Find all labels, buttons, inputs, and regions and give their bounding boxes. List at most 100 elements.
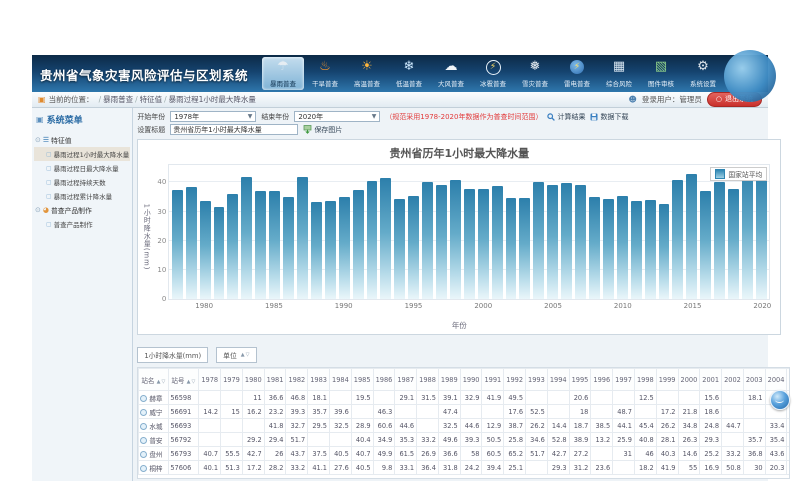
chart-title-input[interactable] <box>170 124 298 135</box>
value-type-filter[interactable]: 1小时降水量(mm) <box>137 347 208 363</box>
col-header-year[interactable]: 1999 <box>656 369 678 391</box>
col-header-year[interactable]: 1990 <box>460 369 482 391</box>
col-header-year[interactable]: 1994 <box>547 369 569 391</box>
toolbar-item-hail[interactable]: ⚡冰雹普查 <box>472 57 514 90</box>
value-cell: 41.1 <box>308 461 330 475</box>
value-cell <box>199 419 221 433</box>
value-cell: 18.6 <box>700 405 722 419</box>
document-icon: ▢ <box>46 165 52 172</box>
chart-bar <box>227 194 238 299</box>
row-marker-icon <box>140 423 147 430</box>
col-header-year[interactable]: 1980 <box>242 369 264 391</box>
value-cell <box>678 391 700 405</box>
value-cell: 39.3 <box>460 433 482 447</box>
col-header-year[interactable]: 1978 <box>199 369 221 391</box>
breadcrumb-link[interactable]: 暴雨过程1小时最大降水量 <box>169 95 256 104</box>
value-cell: 33.2 <box>286 461 308 475</box>
col-header-year[interactable]: 1986 <box>373 369 395 391</box>
col-header-year[interactable]: 1992 <box>504 369 526 391</box>
save-image-button[interactable]: 保存图片 <box>303 125 342 135</box>
col-header-year[interactable]: 2004 <box>765 369 787 391</box>
toolbar-item-settings[interactable]: ⚙系统设置 <box>682 57 724 90</box>
col-header-year[interactable]: 1997 <box>613 369 635 391</box>
value-cell: 19.5 <box>351 391 373 405</box>
chevron-down-icon: ▼ <box>248 113 253 120</box>
value-cell: 18 <box>569 405 591 419</box>
unit-filter[interactable]: 单位 ▲▽ <box>216 347 257 363</box>
col-header-year[interactable]: 2001 <box>700 369 722 391</box>
toolbar-item-high-temp[interactable]: ☀高温普查 <box>346 57 388 90</box>
x-tick-label: 1990 <box>335 302 353 310</box>
col-header-station-id[interactable]: 站号 ▲▽ <box>169 369 199 391</box>
col-header-year[interactable]: 1998 <box>634 369 656 391</box>
data-download-button[interactable]: 数据下载 <box>590 112 628 122</box>
col-header-year[interactable]: 1989 <box>438 369 460 391</box>
value-cell: 23.6 <box>591 461 613 475</box>
value-cell <box>613 391 635 405</box>
toolbar-item-snow[interactable]: ❅雪灾普查 <box>514 57 556 90</box>
expand-icon[interactable]: ⊙ <box>35 206 41 214</box>
col-header-year[interactable]: 1982 <box>286 369 308 391</box>
col-header-year[interactable]: 1987 <box>395 369 417 391</box>
toolbar-item-rainstorm[interactable]: ☂暴雨普查 <box>262 57 304 90</box>
value-cell: 46.3 <box>373 405 395 419</box>
value-cell: 33.4 <box>765 419 787 433</box>
col-header-year[interactable]: 1984 <box>330 369 352 391</box>
col-header-year[interactable]: 1988 <box>417 369 439 391</box>
station-name: 桐梓 <box>149 465 162 473</box>
station-name-cell: 盘州 <box>139 447 169 461</box>
col-header-year[interactable]: 2002 <box>722 369 744 391</box>
toolbar-item-wind[interactable]: ☁大风普查 <box>430 57 472 90</box>
toolbar-item-risk[interactable]: ▦综合风险 <box>598 57 640 90</box>
sidebar-group-label: 特征值 <box>51 135 71 145</box>
value-cell: 24.2 <box>460 461 482 475</box>
x-tick-label: 2010 <box>614 302 632 310</box>
sidebar-item[interactable]: ▢暴雨过程1小时最大降水量 <box>34 147 130 161</box>
toolbar-item-lightning[interactable]: ⚡雷电普查 <box>556 57 598 90</box>
chart-bar <box>269 191 280 299</box>
calc-result-button[interactable]: 计算结果 <box>547 112 585 122</box>
end-year-select[interactable]: 2020年 ▼ <box>294 111 380 122</box>
col-header-year[interactable]: 2000 <box>678 369 700 391</box>
search-icon <box>547 113 555 121</box>
float-widget[interactable] <box>770 390 790 410</box>
expand-icon[interactable]: ⊙ <box>35 136 41 144</box>
col-header-year[interactable]: 1983 <box>308 369 330 391</box>
sidebar-group-2[interactable]: ⊙◕普查产品制作 <box>34 203 130 217</box>
chart-legend: 国家站平均 <box>710 167 767 181</box>
col-header-year[interactable]: 2003 <box>743 369 765 391</box>
sidebar-item[interactable]: ▢暴雨过程日最大降水量 <box>34 161 130 175</box>
toolbar-item-map-audit[interactable]: ▧图件审核 <box>640 57 682 90</box>
y-tick-label: 0 <box>148 295 166 303</box>
table-row: 桐梓5760640.151.317.228.233.241.127.640.59… <box>139 461 790 475</box>
value-cell: 17.2 <box>656 405 678 419</box>
sidebar-item-label: 暴雨过程日最大降水量 <box>54 163 119 173</box>
breadcrumb-link[interactable]: 特征值 <box>140 95 163 104</box>
breadcrumb-link[interactable]: 暴雨普查 <box>103 95 133 104</box>
sidebar-item[interactable]: ▢暴雨过程累计降水量 <box>34 189 130 203</box>
col-header-year[interactable]: 2005 <box>787 369 790 391</box>
sidebar-tree: ⊙☰特征值▢暴雨过程1小时最大降水量▢暴雨过程日最大降水量▢暴雨过程持续天数▢暴… <box>34 133 130 231</box>
chart-bar <box>283 197 294 299</box>
col-header-year[interactable]: 1991 <box>482 369 504 391</box>
sidebar-item[interactable]: ▢暴雨过程持续天数 <box>34 175 130 189</box>
col-header-year[interactable]: 1979 <box>221 369 243 391</box>
sidebar-item[interactable]: ▢普查产品制作 <box>34 217 130 231</box>
col-header-year[interactable]: 1993 <box>526 369 548 391</box>
col-header-year[interactable]: 1995 <box>569 369 591 391</box>
col-header-year[interactable]: 1996 <box>591 369 613 391</box>
col-header-year[interactable]: 1981 <box>264 369 286 391</box>
chart-bar <box>353 190 364 299</box>
value-cell: 40.7 <box>199 447 221 461</box>
col-header-year[interactable]: 1985 <box>351 369 373 391</box>
start-year-select[interactable]: 1978年 ▼ <box>170 111 256 122</box>
chart-bar <box>575 185 586 299</box>
col-header-station-name[interactable]: 站名 ▲▽ <box>139 369 169 391</box>
value-cell <box>199 391 221 405</box>
data-table-container[interactable]: 站名 ▲▽站号 ▲▽197819791980198119821983198419… <box>137 367 790 479</box>
value-cell: 42.7 <box>547 447 569 461</box>
sort-icons: ▲▽ <box>187 379 197 385</box>
toolbar-item-low-temp[interactable]: ❄低温普查 <box>388 57 430 90</box>
toolbar-item-drought[interactable]: ♨干旱普查 <box>304 57 346 90</box>
sidebar-group-1[interactable]: ⊙☰特征值 <box>34 133 130 147</box>
